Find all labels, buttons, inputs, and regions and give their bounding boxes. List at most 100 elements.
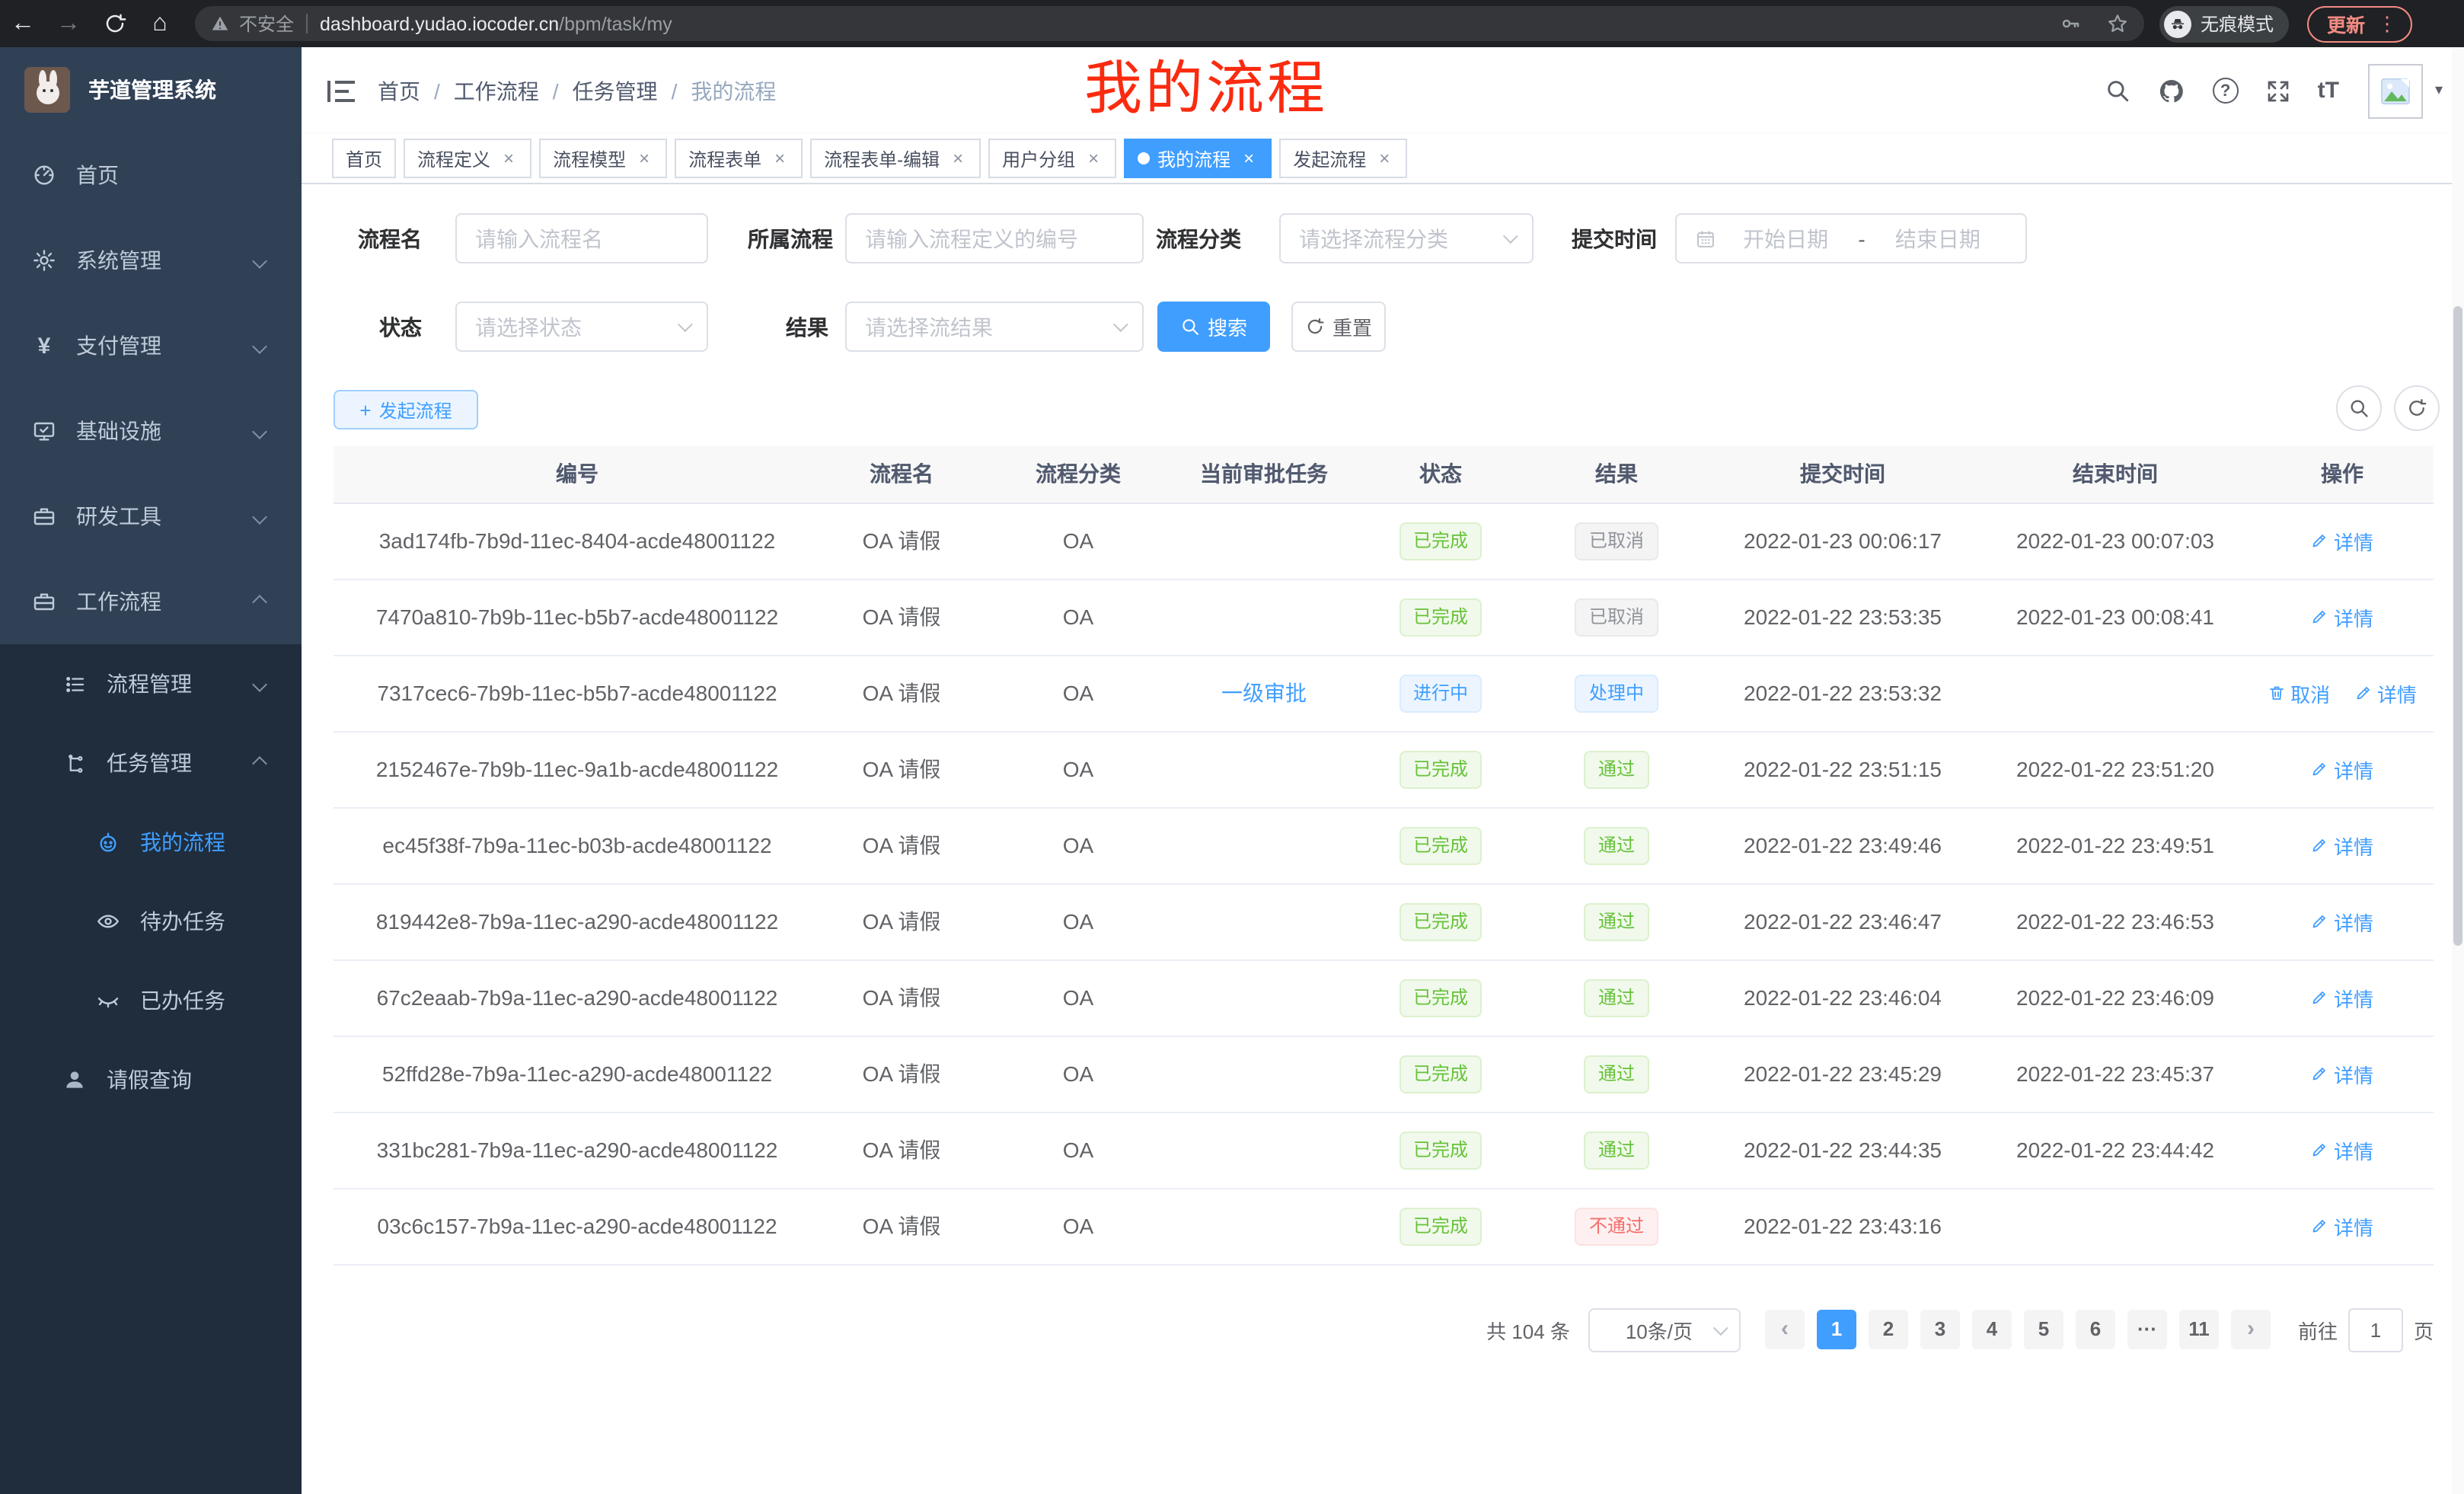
table-row: 67c2eaab-7b9a-11ec-a290-acde48001122 OA …: [334, 959, 2434, 1036]
sidebar-item-process-mgmt[interactable]: 流程管理: [0, 644, 302, 723]
name-input[interactable]: 请输入流程名: [455, 213, 708, 263]
browser-menu-icon[interactable]: ⋮: [2377, 11, 2399, 36]
sidebar-item-infra[interactable]: 基础设施: [0, 388, 302, 474]
url-path[interactable]: /bpm/task/my: [559, 13, 672, 34]
col-end-time: 结束时间: [1980, 446, 2251, 503]
scrollbar-track[interactable]: [2452, 47, 2464, 1494]
cancel-link[interactable]: 取消: [2268, 678, 2330, 707]
search-icon[interactable]: [2105, 78, 2130, 104]
url-divider: [306, 14, 308, 34]
tab-process-model[interactable]: 流程模型×: [539, 139, 667, 178]
security-label[interactable]: 不安全: [239, 11, 294, 37]
status-badge: 进行中: [1400, 674, 1482, 712]
page-button-4[interactable]: 4: [1972, 1310, 2012, 1349]
scrollbar-thumb[interactable]: [2453, 306, 2462, 946]
browser-forward-icon[interactable]: →: [46, 10, 91, 37]
sidebar-item-task-mgmt[interactable]: 任务管理: [0, 723, 302, 803]
sidebar-item-workflow[interactable]: 工作流程: [0, 559, 302, 644]
detail-link[interactable]: 详情: [2311, 983, 2373, 1012]
github-icon[interactable]: [2158, 77, 2185, 104]
address-bar[interactable]: 不安全 dashboard.yudao.iocoder.cn /bpm/task…: [195, 6, 2144, 41]
font-size-icon[interactable]: tT: [2318, 78, 2339, 104]
status-badge: 已完成: [1400, 522, 1482, 560]
prev-page-button[interactable]: ‹: [1765, 1310, 1805, 1349]
current-task-link[interactable]: 一级审批: [1221, 681, 1307, 705]
pencil-icon: [2311, 608, 2329, 626]
browser-reload-icon[interactable]: [91, 10, 137, 37]
fullscreen-icon[interactable]: [2266, 78, 2290, 103]
browser-home-icon[interactable]: ⌂: [137, 10, 183, 37]
tab-process-form[interactable]: 流程表单×: [675, 139, 803, 178]
tab-start-process[interactable]: 发起流程×: [1279, 139, 1407, 178]
page-button-5[interactable]: 5: [2024, 1310, 2063, 1349]
sidebar-item-home[interactable]: 首页: [0, 132, 302, 218]
close-icon[interactable]: ×: [500, 148, 518, 169]
refresh-table-button[interactable]: [2394, 385, 2440, 431]
status-select[interactable]: 请选择状态: [455, 302, 708, 352]
result-select[interactable]: 请选择流结果: [845, 302, 1144, 352]
bookmark-star-icon[interactable]: [2106, 12, 2129, 35]
status-badge: 已完成: [1400, 978, 1482, 1017]
close-icon[interactable]: ×: [949, 148, 967, 169]
next-page-button[interactable]: ›: [2231, 1310, 2271, 1349]
help-icon[interactable]: ?: [2213, 78, 2239, 104]
detail-link[interactable]: 详情: [2311, 831, 2373, 860]
browser-update-button[interactable]: 更新 ⋮: [2307, 5, 2412, 42]
broken-image-icon: [2380, 77, 2411, 104]
toolbox-icon: [30, 504, 58, 528]
sidebar-item-done-tasks[interactable]: 已办任务: [0, 961, 302, 1040]
detail-link[interactable]: 详情: [2311, 1135, 2373, 1164]
toggle-search-button[interactable]: [2336, 385, 2382, 431]
page-button-1[interactable]: 1: [1817, 1310, 1856, 1349]
chevron-down-icon: [252, 253, 267, 268]
page-button-6[interactable]: 6: [2076, 1310, 2115, 1349]
avatar-caret-icon[interactable]: ▾: [2435, 82, 2443, 99]
breadcrumb-task-mgmt[interactable]: 任务管理: [573, 75, 658, 106]
search-button[interactable]: 搜索: [1157, 302, 1270, 352]
page-button-3[interactable]: 3: [1920, 1310, 1960, 1349]
pencil-icon: [2311, 1065, 2329, 1083]
create-process-button[interactable]: + 发起流程: [334, 390, 478, 429]
tab-my-process[interactable]: 我的流程×: [1124, 139, 1272, 178]
reset-button[interactable]: 重置: [1291, 302, 1386, 352]
category-select[interactable]: 请选择流程分类: [1279, 213, 1534, 263]
tab-user-group[interactable]: 用户分组×: [988, 139, 1116, 178]
close-icon[interactable]: ×: [635, 148, 653, 169]
detail-link[interactable]: 详情: [2311, 1059, 2373, 1088]
sidebar-item-payment[interactable]: ¥ 支付管理: [0, 303, 302, 388]
close-icon[interactable]: ×: [1084, 148, 1103, 169]
goto-page-input[interactable]: 1: [2348, 1307, 2403, 1352]
sidebar-item-devtools[interactable]: 研发工具: [0, 474, 302, 559]
breadcrumb-workflow[interactable]: 工作流程: [454, 75, 539, 106]
detail-link[interactable]: 详情: [2311, 1211, 2373, 1240]
definition-input[interactable]: 请输入流程定义的编号: [845, 213, 1144, 263]
avatar[interactable]: [2368, 63, 2423, 118]
close-icon[interactable]: ×: [771, 148, 789, 169]
sidebar-toggle-icon[interactable]: [327, 80, 355, 101]
detail-link[interactable]: 详情: [2354, 678, 2417, 707]
page-button-11[interactable]: 11: [2179, 1310, 2219, 1349]
password-key-icon[interactable]: [2059, 12, 2082, 35]
detail-link[interactable]: 详情: [2311, 602, 2373, 631]
url-domain[interactable]: dashboard.yudao.iocoder.cn: [320, 13, 559, 34]
browser-back-icon[interactable]: ←: [0, 10, 46, 37]
close-icon[interactable]: ×: [1240, 148, 1258, 169]
sidebar-item-leave-query[interactable]: 请假查询: [0, 1040, 302, 1119]
tab-process-form-edit[interactable]: 流程表单-编辑×: [810, 139, 981, 178]
detail-link[interactable]: 详情: [2311, 907, 2373, 936]
detail-link[interactable]: 详情: [2311, 755, 2373, 784]
sidebar-item-todo-tasks[interactable]: 待办任务: [0, 882, 302, 961]
pencil-icon: [2311, 912, 2329, 931]
breadcrumb-home[interactable]: 首页: [378, 75, 420, 106]
app-logo[interactable]: 芋道管理系统: [0, 47, 302, 132]
sidebar-item-system[interactable]: 系统管理: [0, 218, 302, 303]
page-size-select[interactable]: 10条/页: [1588, 1307, 1741, 1352]
page-button-2[interactable]: 2: [1869, 1310, 1908, 1349]
tab-process-definition[interactable]: 流程定义×: [404, 139, 531, 178]
tab-home[interactable]: 首页: [332, 139, 396, 178]
detail-link[interactable]: 详情: [2311, 526, 2373, 555]
more-pages-button[interactable]: ···: [2127, 1310, 2167, 1349]
sidebar-item-my-process[interactable]: 我的流程: [0, 803, 302, 882]
close-icon[interactable]: ×: [1375, 148, 1393, 169]
date-range-input[interactable]: 开始日期 - 结束日期: [1675, 213, 2027, 263]
